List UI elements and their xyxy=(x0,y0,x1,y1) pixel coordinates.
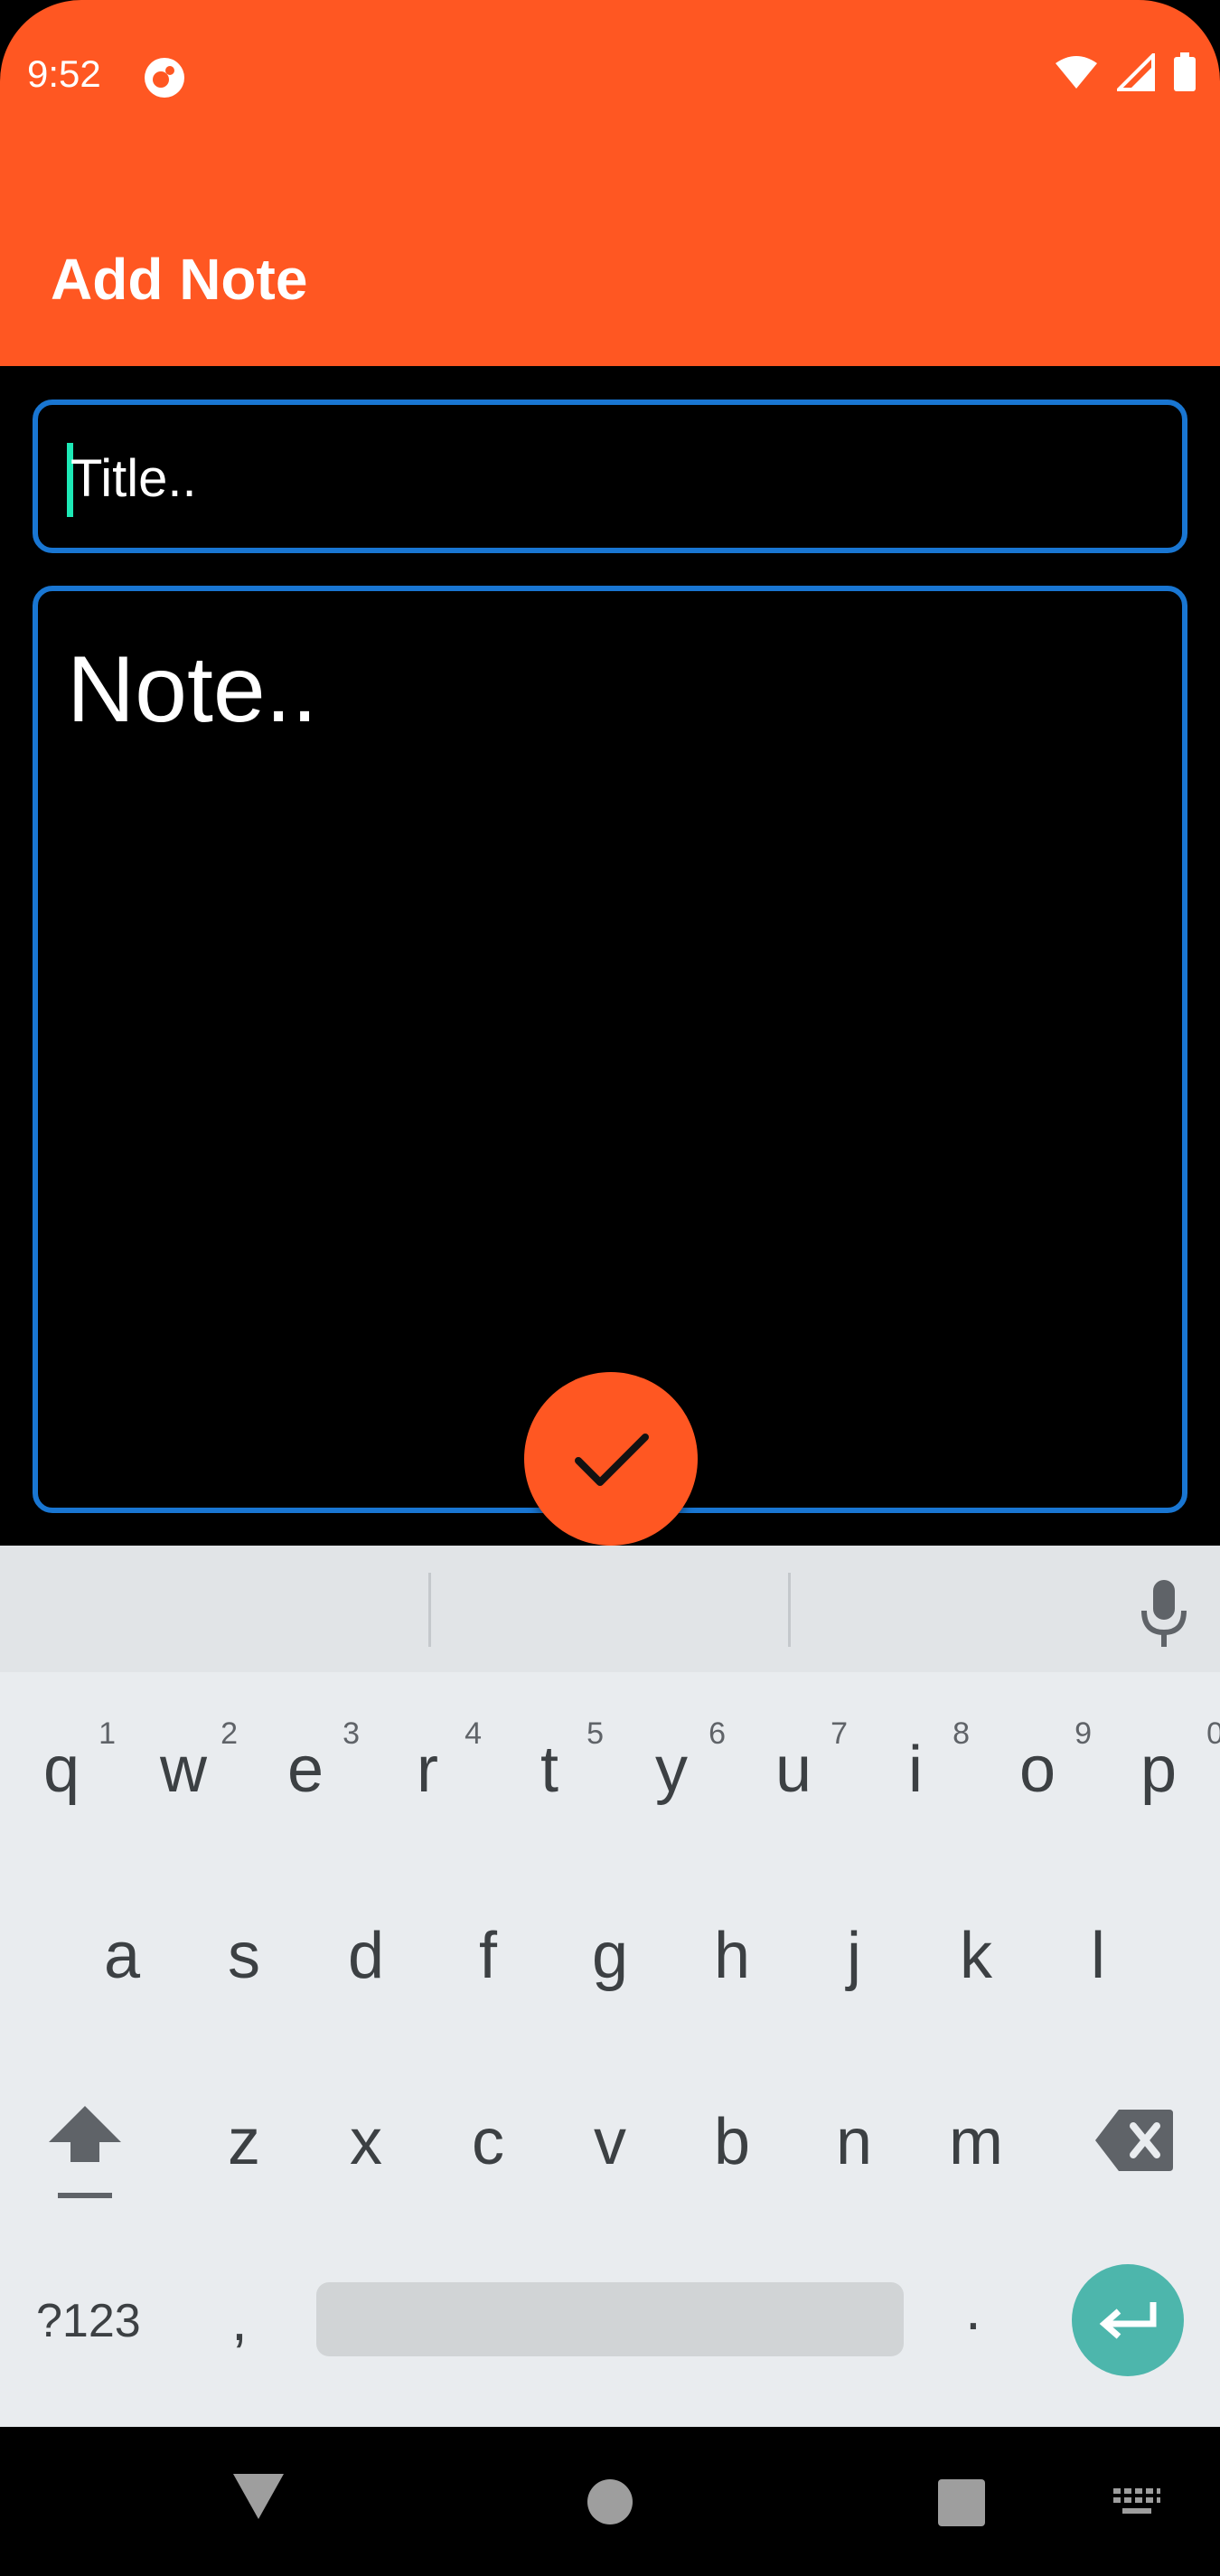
key-m[interactable]: m xyxy=(931,2088,1021,2196)
note-placeholder: Note.. xyxy=(67,637,318,742)
title-placeholder: Title.. xyxy=(70,449,197,508)
key-a[interactable]: a xyxy=(77,1902,167,2010)
check-icon xyxy=(575,1434,649,1486)
key-label: t xyxy=(540,1734,558,1806)
backspace-icon[interactable] xyxy=(1093,2104,1175,2176)
key-o[interactable]: o9 xyxy=(992,1716,1092,1824)
key-label: y xyxy=(655,1734,688,1806)
key-u[interactable]: u7 xyxy=(748,1716,848,1824)
key-n[interactable]: n xyxy=(809,2088,899,2196)
key-hint: 0 xyxy=(1206,1716,1220,1751)
key-b[interactable]: b xyxy=(687,2088,777,2196)
symbols-key[interactable]: ?123 xyxy=(36,2294,141,2348)
notification-app-icon xyxy=(145,58,184,98)
key-z[interactable]: z xyxy=(199,2088,289,2196)
app-bar: 9:52 Add Note xyxy=(0,0,1220,366)
key-f[interactable]: f xyxy=(443,1902,533,2010)
suggestion-bar xyxy=(0,1546,1220,1672)
key-g[interactable]: g xyxy=(565,1902,655,2010)
key-label: q xyxy=(42,1734,80,1806)
key-label: e xyxy=(286,1734,324,1806)
key-label: i xyxy=(908,1734,923,1806)
signal-icon xyxy=(1117,53,1155,91)
key-l[interactable]: l xyxy=(1053,1902,1143,2010)
key-k[interactable]: k xyxy=(931,1902,1021,2010)
key-w[interactable]: w2 xyxy=(138,1716,238,1824)
key-p[interactable]: p0 xyxy=(1113,1716,1220,1824)
key-hint: 1 xyxy=(99,1716,116,1751)
key-c[interactable]: c xyxy=(443,2088,533,2196)
comma-key[interactable]: , xyxy=(231,2287,248,2354)
key-label: o xyxy=(1018,1734,1056,1806)
key-label: r xyxy=(417,1734,438,1806)
enter-icon xyxy=(1099,2302,1157,2339)
key-h[interactable]: h xyxy=(687,1902,777,2010)
recents-icon[interactable] xyxy=(938,2479,985,2526)
page-title: Add Note xyxy=(51,247,308,312)
key-q[interactable]: q1 xyxy=(16,1716,116,1824)
key-v[interactable]: v xyxy=(565,2088,655,2196)
key-y[interactable]: y6 xyxy=(626,1716,726,1824)
key-hint: 9 xyxy=(1075,1716,1092,1751)
soft-keyboard: q1 w2 e3 r4 t5 y6 u7 i8 o9 p0 a s d f g … xyxy=(0,1546,1220,2427)
keyboard-switch-icon[interactable] xyxy=(1112,2487,1162,2523)
period-key[interactable]: . xyxy=(965,2276,981,2343)
status-icons xyxy=(1054,52,1197,92)
phone-screen: 9:52 Add Note Title.. Note.. q 1 w 2 e 3… xyxy=(0,0,1220,2576)
suggestion-divider xyxy=(428,1573,431,1647)
key-i[interactable]: i8 xyxy=(870,1716,970,1824)
key-t[interactable]: t5 xyxy=(504,1716,604,1824)
shift-icon[interactable] xyxy=(45,2099,125,2207)
status-time: 9:52 xyxy=(27,52,101,95)
title-input[interactable]: Title.. xyxy=(33,400,1187,553)
save-button[interactable] xyxy=(524,1372,698,1546)
key-d[interactable]: d xyxy=(321,1902,411,2010)
key-hint: 4 xyxy=(465,1716,482,1751)
back-icon[interactable] xyxy=(231,2472,286,2521)
key-s[interactable]: s xyxy=(199,1902,289,2010)
key-x[interactable]: x xyxy=(321,2088,411,2196)
microphone-icon[interactable] xyxy=(1137,1578,1191,1650)
key-j[interactable]: j xyxy=(809,1902,899,2010)
key-hint: 2 xyxy=(221,1716,238,1751)
key-hint: 8 xyxy=(953,1716,970,1751)
key-label: p xyxy=(1140,1734,1178,1806)
key-label: u xyxy=(774,1734,812,1806)
suggestion-divider xyxy=(788,1573,791,1647)
key-label: w xyxy=(160,1734,207,1806)
navigation-bar xyxy=(0,2427,1220,2576)
key-hint: 7 xyxy=(831,1716,848,1751)
key-hint: 5 xyxy=(587,1716,604,1751)
key-hint: 6 xyxy=(709,1716,726,1751)
space-bar[interactable] xyxy=(316,2282,904,2356)
wifi-icon xyxy=(1056,56,1097,89)
key-hint: 3 xyxy=(343,1716,360,1751)
key-r[interactable]: r4 xyxy=(382,1716,482,1824)
home-icon[interactable] xyxy=(587,2479,633,2524)
key-e[interactable]: e3 xyxy=(260,1716,360,1824)
enter-key[interactable] xyxy=(1072,2264,1184,2376)
battery-icon xyxy=(1174,52,1196,91)
